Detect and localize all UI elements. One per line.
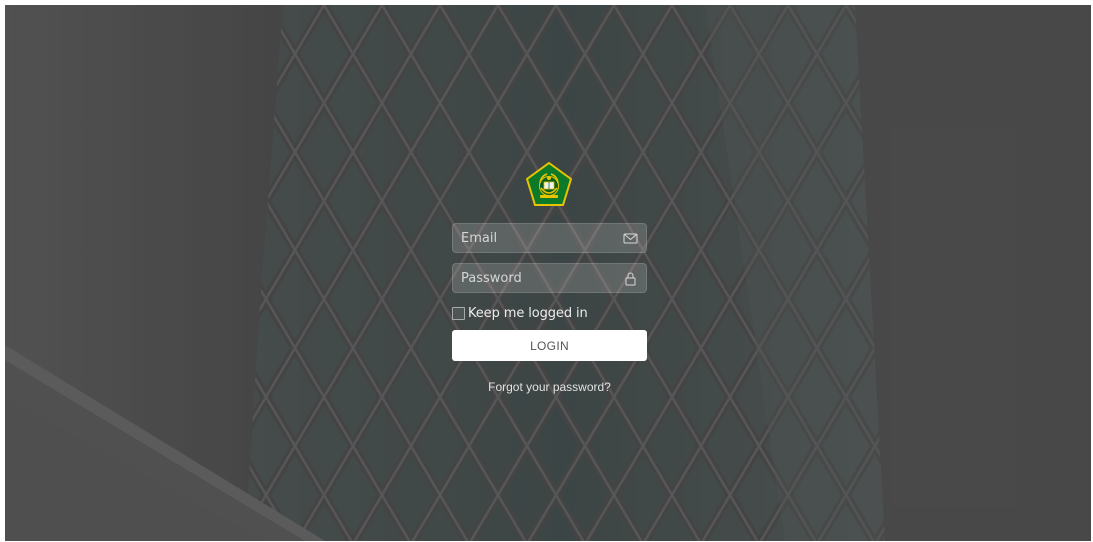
- password-field[interactable]: [452, 263, 647, 293]
- lock-icon: [625, 272, 636, 286]
- login-button[interactable]: LOGIN: [452, 330, 647, 361]
- email-field[interactable]: [452, 223, 647, 253]
- email-input[interactable]: [453, 224, 613, 252]
- ministry-emblem-icon: [526, 162, 572, 206]
- remember-checkbox[interactable]: [452, 306, 465, 320]
- password-input[interactable]: [453, 264, 613, 292]
- remember-me[interactable]: Keep me logged in: [452, 304, 588, 322]
- forgot-password-link[interactable]: Forgot your password?: [452, 380, 647, 394]
- envelope-icon: [623, 233, 638, 244]
- remember-label: Keep me logged in: [468, 305, 588, 321]
- login-page: Keep me logged in LOGIN Forgot your pass…: [5, 5, 1091, 541]
